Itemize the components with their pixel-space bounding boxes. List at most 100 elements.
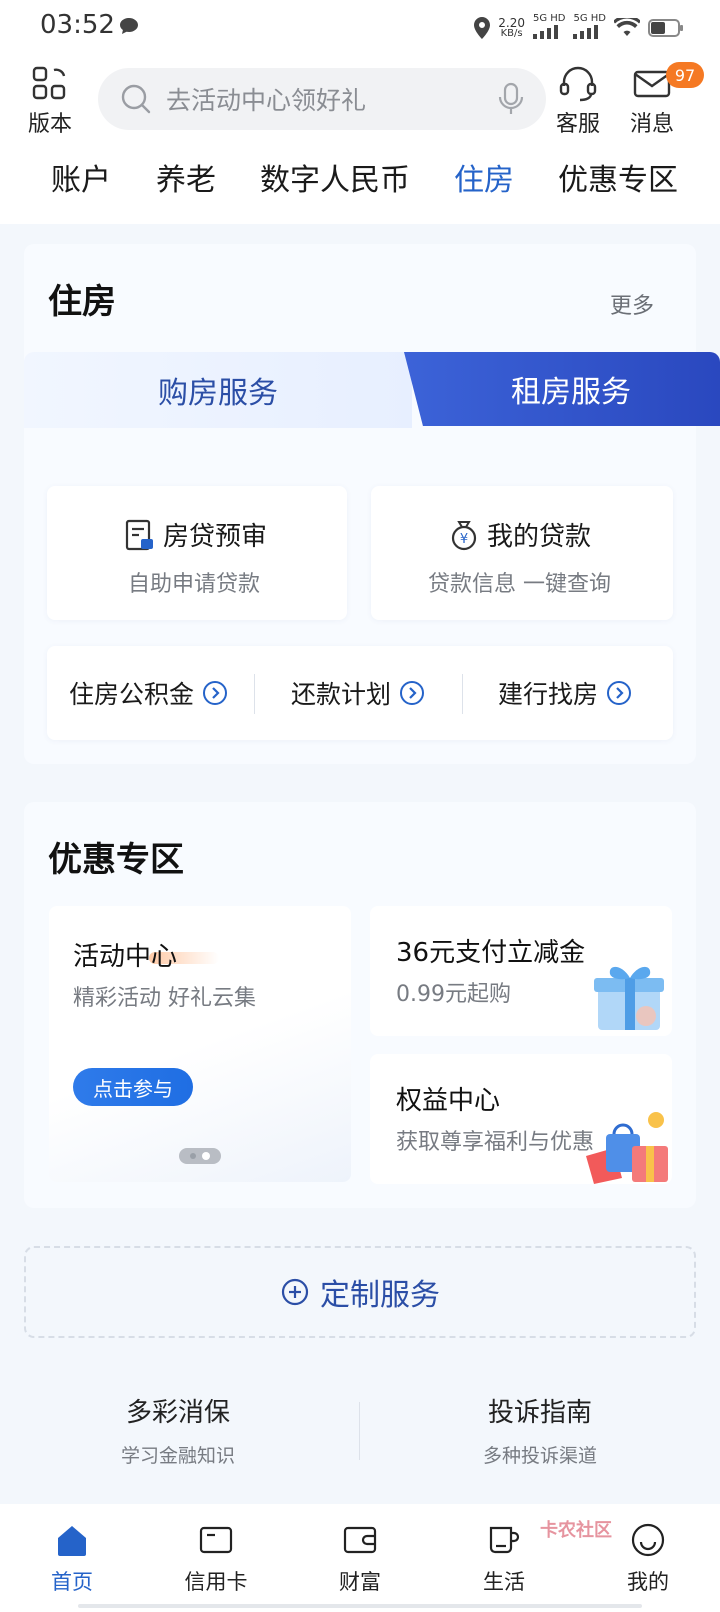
signal-2: 5G HD (573, 12, 606, 43)
carousel-dot-active (202, 1152, 210, 1160)
location-icon (474, 17, 491, 39)
messages-button[interactable]: 消息 97 (630, 62, 704, 138)
signal-bars-icon (532, 24, 558, 39)
consumer-protection-title: 多彩消保 (125, 1398, 230, 1428)
payment-discount-card[interactable]: 36元支付立减金 0.99元起购 (370, 906, 672, 1036)
activity-center-sub: 精彩活动 好礼云集 (73, 986, 256, 1011)
signal-bars-icon (573, 24, 599, 39)
consumer-protection-link[interactable]: 多彩消保 学习金融知识 (58, 1392, 298, 1468)
signal-2-label: 5G HD (573, 12, 606, 24)
benefits-center-card[interactable]: 权益中心 获取尊享福利与优惠 (370, 1054, 672, 1184)
signal-1: 5G HD (532, 12, 566, 43)
customer-service-button[interactable]: 客服 (556, 66, 600, 138)
housing-quick-links: 住房公积金 还款计划 建行找房 (47, 646, 673, 740)
mortgage-precheck-sub: 自助申请贷款 (128, 572, 261, 597)
status-bar: 03:52 2.20 KB/s 5G HD 5G HD (0, 0, 720, 56)
money-bag-icon: ¥ (451, 520, 477, 550)
segment-rent-house[interactable]: 租房服务 (404, 352, 720, 426)
version-button[interactable]: 版本 (28, 66, 72, 138)
payment-discount-sub: 0.99元起购 (396, 982, 511, 1007)
link-repayment-plan-label: 还款计划 (291, 680, 392, 709)
arrow-circle-icon (607, 681, 632, 705)
link-housing-fund[interactable]: 住房公积金 (69, 646, 228, 740)
housing-more-link[interactable]: 更多 (610, 288, 654, 320)
nav-credit-card-label: 信用卡 (184, 1570, 248, 1594)
complaint-guide-sub: 多种投诉渠道 (482, 1445, 597, 1467)
benefits-center-sub: 获取尊享福利与优惠 (396, 1130, 595, 1155)
cup-icon (489, 1526, 520, 1554)
gift-box-icon (594, 966, 664, 1030)
category-tabs: 账户 养老 数字人民币 住房 优惠专区 (0, 155, 720, 211)
activity-center-title: 活动中心 (73, 942, 178, 972)
nav-credit-card[interactable]: 信用卡 (144, 1504, 288, 1612)
housing-segment-control: 购房服务 租房服务 (24, 352, 720, 428)
watermark-text: 卡农社区 (540, 1520, 612, 1541)
my-loan-label: 我的贷款 (487, 522, 592, 552)
custom-service-button[interactable]: 定制服务 (24, 1246, 696, 1338)
credit-card-icon (199, 1526, 233, 1554)
mortgage-precheck-tile[interactable]: 房贷预审 自助申请贷款 (47, 486, 347, 620)
version-label: 版本 (28, 112, 73, 137)
join-button[interactable]: 点击参与 (73, 1068, 193, 1106)
wifi-icon (614, 18, 640, 36)
custom-service-label: 定制服务 (320, 1278, 440, 1313)
home-indicator (78, 1604, 642, 1608)
nav-life-label: 生活 (483, 1570, 525, 1594)
tab-account[interactable]: 账户 (51, 155, 111, 199)
my-loan-sub: 贷款信息 一键查询 (428, 572, 611, 597)
arrow-circle-icon (400, 681, 425, 705)
home-icon (58, 1526, 86, 1556)
footer-divider (359, 1402, 360, 1460)
tab-pension[interactable]: 养老 (156, 155, 216, 199)
segment-buy-house[interactable]: 购房服务 (24, 352, 412, 428)
bottom-navigation: 首页 信用卡 财富 生活 我的 (0, 1504, 720, 1612)
mortgage-precheck-label: 房贷预审 (163, 522, 268, 552)
network-speed: 2.20 KB/s (498, 17, 525, 39)
my-loan-tile[interactable]: ¥ 我的贷款 贷款信息 一键查询 (371, 486, 673, 620)
tab-digital-rmb[interactable]: 数字人民币 (260, 155, 410, 199)
link-repayment-plan[interactable]: 还款计划 (291, 646, 425, 740)
signal-1-label: 5G HD (532, 12, 566, 24)
link-find-house-label: 建行找房 (498, 680, 599, 709)
svg-text:¥: ¥ (460, 532, 468, 547)
search-input[interactable]: 去活动中心领好礼 (98, 68, 546, 130)
payment-discount-title: 36元支付立减金 (396, 938, 586, 968)
wallet-icon (343, 1526, 377, 1554)
speed-unit: KB/s (500, 28, 523, 39)
chat-notification-icon (119, 17, 139, 39)
link-housing-fund-label: 住房公积金 (69, 680, 195, 709)
carousel-dot (190, 1153, 196, 1159)
search-icon (121, 84, 151, 114)
link-find-house[interactable]: 建行找房 (498, 646, 632, 740)
my-loan-title: ¥ 我的贷款 (449, 516, 591, 553)
document-check-icon (125, 519, 153, 550)
tab-housing[interactable]: 住房 (454, 155, 514, 199)
complaint-guide-link[interactable]: 投诉指南 多种投诉渠道 (420, 1392, 660, 1468)
plus-circle-icon (281, 1278, 309, 1306)
nav-home[interactable]: 首页 (0, 1504, 144, 1612)
battery-icon (648, 19, 683, 37)
consumer-protection-sub: 学习金融知识 (120, 1445, 235, 1467)
link-divider (254, 674, 255, 714)
status-time: 03:52 (40, 10, 115, 40)
mortgage-precheck-title: 房贷预审 (125, 516, 267, 553)
promo-title: 优惠专区 (48, 840, 184, 880)
headset-icon (559, 66, 597, 102)
arrow-circle-icon (203, 681, 228, 705)
nav-wealth-label: 财富 (339, 1570, 381, 1594)
status-right: 2.20 KB/s 5G HD 5G HD (474, 12, 684, 44)
nav-home-label: 首页 (51, 1570, 93, 1594)
microphone-icon[interactable] (498, 82, 524, 116)
messages-label: 消息 (630, 112, 675, 137)
carousel-indicator (179, 1148, 221, 1164)
nav-wealth[interactable]: 财富 (288, 1504, 432, 1612)
activity-center-card[interactable]: 活动中心 精彩活动 好礼云集 点击参与 (49, 906, 351, 1182)
benefits-center-title: 权益中心 (396, 1086, 501, 1116)
housing-title: 住房 (48, 282, 116, 322)
customer-service-label: 客服 (556, 112, 601, 137)
tab-offers[interactable]: 优惠专区 (558, 155, 678, 199)
smile-icon (631, 1523, 665, 1557)
search-placeholder: 去活动中心领好礼 (166, 86, 367, 115)
version-switch-icon (32, 66, 66, 100)
link-divider (462, 674, 463, 714)
